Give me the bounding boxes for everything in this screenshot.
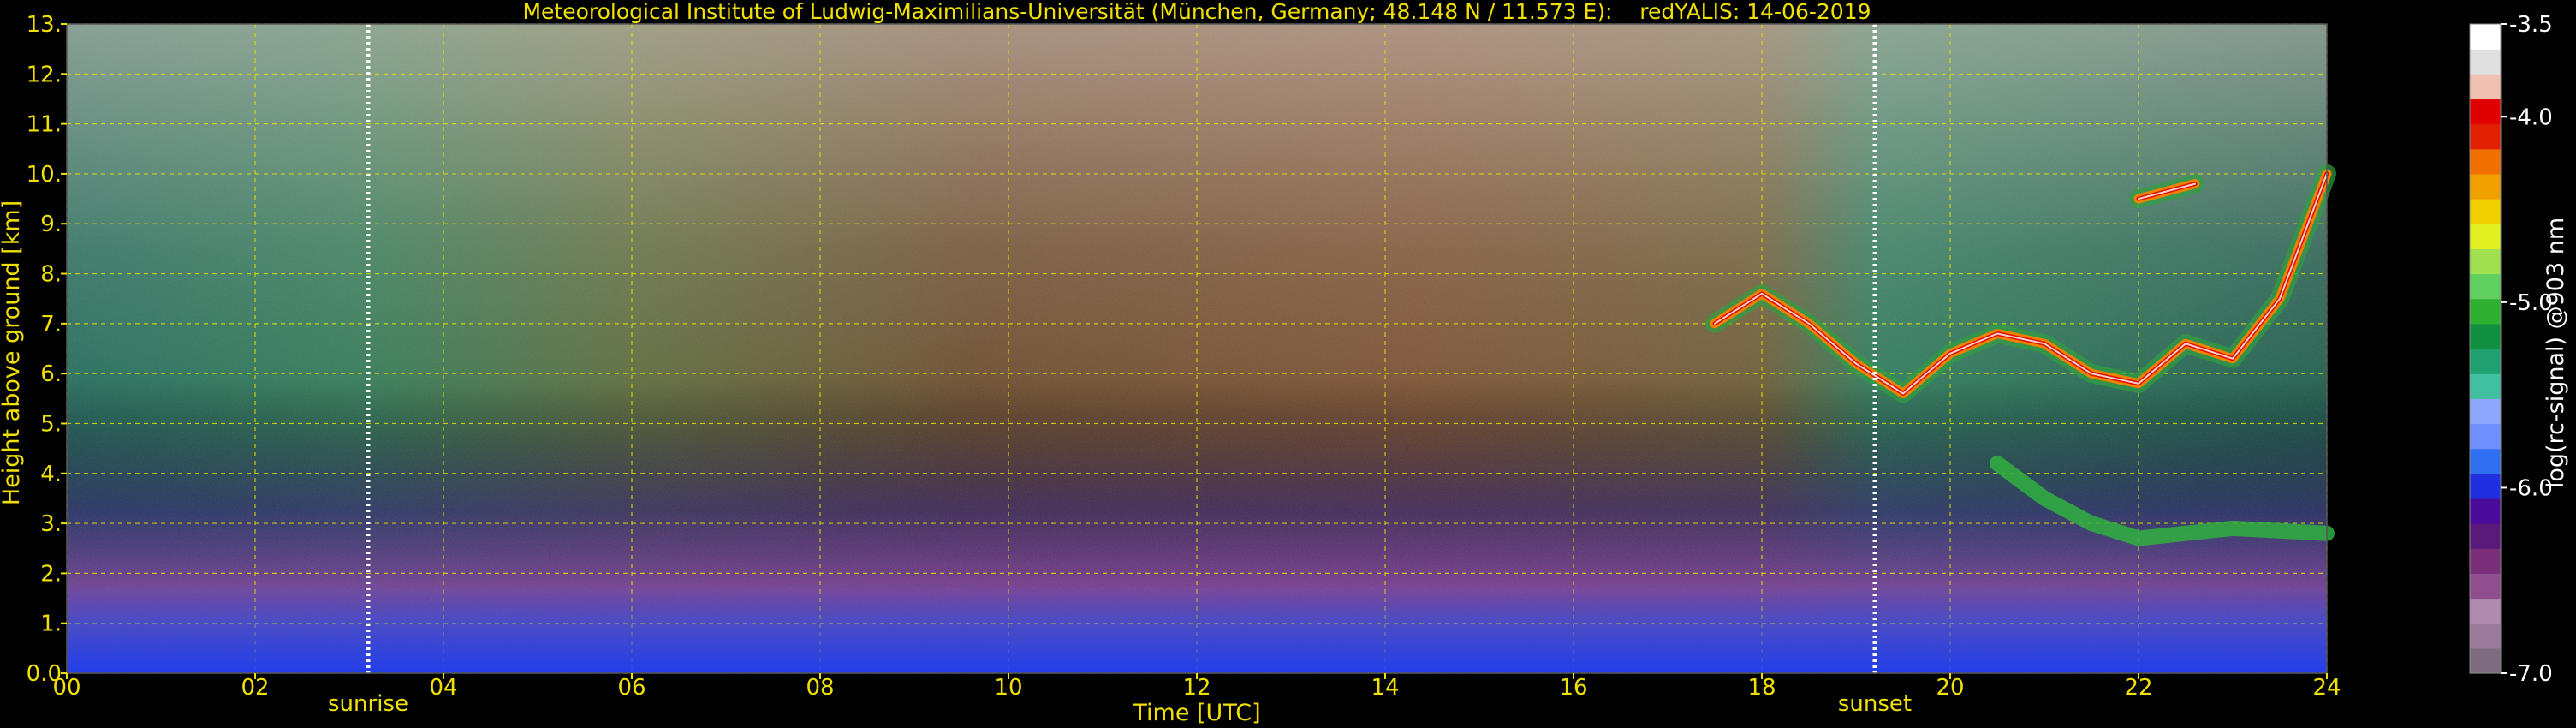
y-axis-label: Height above ground [km] [0, 200, 25, 505]
y-tick-label: 5. [40, 411, 62, 437]
y-tick-label: 0.0 [27, 661, 62, 687]
colorbar-swatch [2470, 448, 2501, 474]
x-tick-label: 18 [1747, 675, 1776, 701]
y-tick-label: 6. [40, 361, 62, 387]
colorbar-swatch [2470, 298, 2501, 325]
chart-svg: sunrise sunset 00 02 04 06 08 10 12 14 16 18 20 22 24… [0, 0, 2569, 726]
colorbar-swatch [2470, 623, 2501, 649]
colorbar-swatch [2470, 498, 2501, 524]
x-tick-label: 24 [2312, 675, 2341, 701]
colorbar-swatch [2470, 98, 2501, 125]
y-tick-label: 13. [27, 12, 62, 38]
colorbar-swatch [2470, 49, 2501, 75]
colorbar-swatch [2470, 373, 2501, 399]
y-tick-label: 11. [27, 112, 62, 138]
colorbar-swatch [2470, 598, 2501, 624]
sunset-label: sunset [1838, 691, 1912, 717]
colorbar-swatch [2470, 349, 2501, 374]
colorbar-swatch [2470, 423, 2501, 450]
colorbar-swatch [2470, 123, 2501, 150]
y-tick-label: 8. [40, 262, 62, 288]
y-tick-label: 2. [40, 561, 62, 587]
colorbar-swatch [2470, 473, 2501, 499]
colorbar-swatch [2470, 173, 2501, 200]
y-tick-label: 9. [40, 212, 62, 237]
y-tick-label: 3. [40, 511, 62, 537]
y-tick-label: 4. [40, 462, 62, 487]
x-tick-label: 10 [994, 675, 1022, 701]
boundary-layer-aerosol [67, 583, 2327, 673]
x-tick-label: 16 [1559, 675, 1587, 701]
colorbar-swatch [2470, 323, 2501, 349]
x-tick-label: 06 [617, 675, 645, 701]
chart-title: Meteorological Institute of Ludwig-Maxim… [522, 0, 1871, 24]
colorbar-swatch [2470, 148, 2501, 175]
colorbar-tick-label: -4.0 [2509, 104, 2553, 130]
y-tick-label: 7. [40, 312, 62, 337]
colorbar-swatch [2470, 199, 2501, 224]
colorbar: -3.5-4.0-5.0-6.0-7.0 [2469, 12, 2553, 687]
colorbar-swatch [2470, 74, 2501, 100]
y-tick-label: 10. [27, 162, 62, 188]
colorbar-swatch [2470, 398, 2501, 425]
lidar-chart: sunrise sunset 00 02 04 06 08 10 12 14 16 18 20 22 24… [0, 0, 2576, 728]
colorbar-swatch [2470, 573, 2501, 600]
colorbar-label: log(rc-signal) @903 nm [2543, 218, 2569, 488]
colorbar-swatch [2470, 273, 2501, 300]
x-tick-label: 14 [1371, 675, 1399, 701]
colorbar-swatch [2470, 523, 2501, 549]
colorbar-swatch [2470, 548, 2501, 574]
x-tick-label: 20 [1936, 675, 1964, 701]
sunrise-label: sunrise [328, 691, 408, 717]
colorbar-tick-label: -3.5 [2509, 12, 2553, 38]
y-tick-label: 12. [27, 62, 62, 87]
colorbar-swatch [2470, 248, 2501, 275]
x-tick-label: 08 [806, 675, 834, 701]
colorbar-swatch [2470, 647, 2501, 674]
x-tick-label: 02 [241, 675, 269, 701]
colorbar-swatch [2470, 24, 2501, 50]
colorbar-swatch [2470, 224, 2501, 249]
x-tick-label: 12 [1182, 675, 1211, 701]
x-tick-label: 04 [429, 675, 457, 701]
colorbar-tick-label: -7.0 [2509, 661, 2553, 687]
x-axis-label: Time [UTC] [1132, 700, 1260, 726]
y-tick-label: 1. [40, 612, 62, 637]
x-tick-label: 22 [2124, 675, 2152, 701]
